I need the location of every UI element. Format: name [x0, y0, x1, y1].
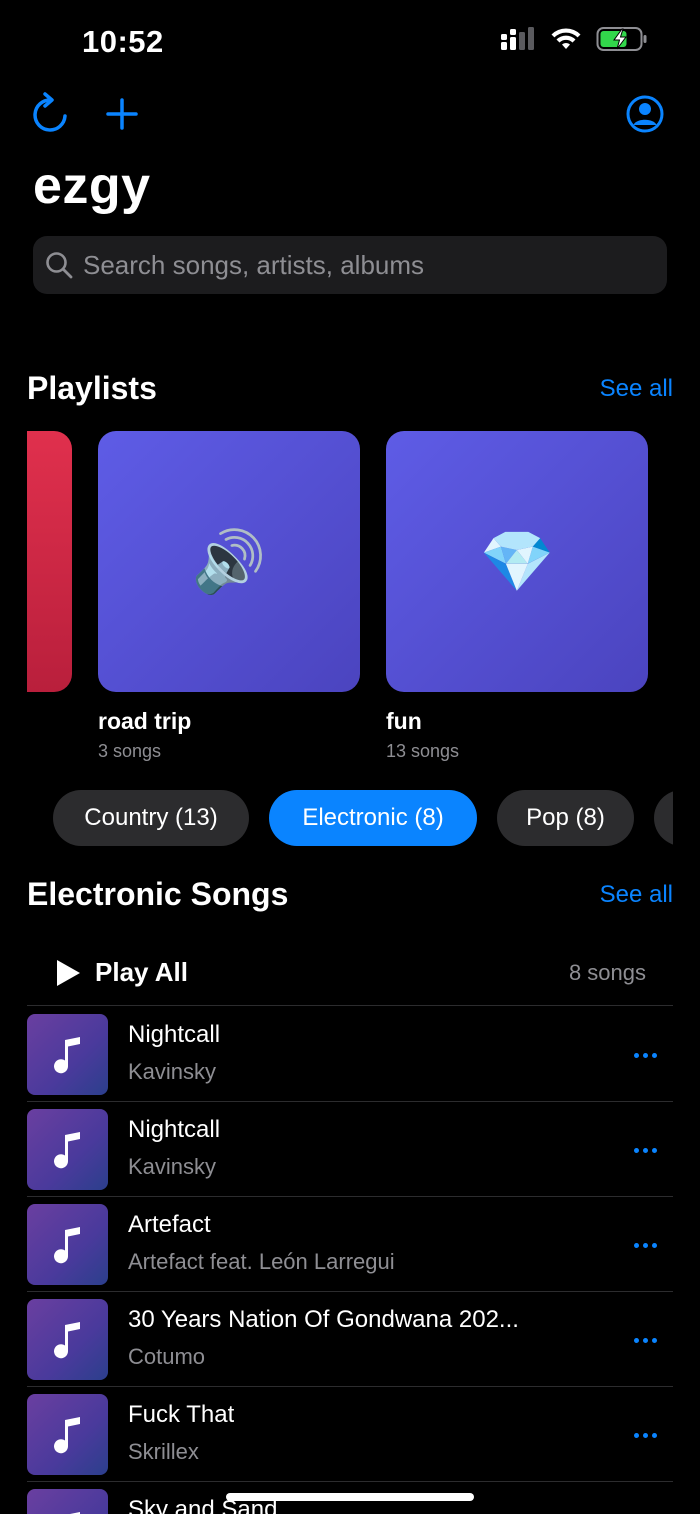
playlist-song-count: 13 songs	[386, 741, 460, 761]
songs-header: Electronic Songs See all	[27, 876, 673, 913]
music-note-icon	[53, 1036, 80, 1073]
play-all-row: Play All 8 songs	[27, 940, 673, 1006]
playlist-artwork: 💎	[386, 431, 648, 692]
search-bar[interactable]	[33, 236, 667, 294]
song-artist: Skrillex	[128, 1439, 199, 1464]
playlist-name: road trip	[98, 708, 192, 734]
genre-chip-country[interactable]: Country (13)	[53, 790, 249, 846]
more-options-button[interactable]	[625, 1227, 665, 1263]
song-artist: Artefact feat. León Larregui	[128, 1249, 395, 1274]
song-row[interactable]: Nightcall Kavinsky	[27, 1102, 673, 1197]
status-time: 10:52	[82, 24, 164, 59]
genre-chip-pop[interactable]: Pop (8)	[497, 790, 634, 846]
playlist-card[interactable]: 💎 fun 13 songs	[386, 431, 648, 762]
refresh-icon	[33, 92, 67, 132]
plus-icon	[106, 98, 138, 130]
song-row[interactable]: Artefact Artefact feat. León Larregui	[27, 1197, 673, 1292]
top-toolbar	[0, 88, 700, 144]
more-options-button[interactable]	[625, 1417, 665, 1453]
song-artwork	[27, 1394, 108, 1475]
home-indicator[interactable]	[226, 1493, 474, 1501]
search-input[interactable]	[83, 249, 643, 281]
genre-chip-partial[interactable]	[654, 790, 673, 846]
song-title: Nightcall	[128, 1116, 221, 1143]
play-all-label: Play All	[95, 957, 188, 987]
playlists-title: Playlists	[27, 370, 157, 406]
cellular-signal-icon	[501, 27, 534, 50]
wifi-icon	[551, 28, 581, 49]
music-note-icon	[67, 1511, 80, 1514]
speaker-icon: 🔊	[191, 528, 267, 595]
song-artwork	[27, 1014, 108, 1095]
music-note-icon	[53, 1416, 80, 1453]
play-all-button[interactable]: Play All	[55, 957, 188, 988]
genre-chip-electronic[interactable]: Electronic (8)	[269, 790, 477, 846]
genre-filter-chips: Country (13) Electronic (8) Pop (8)	[27, 790, 673, 848]
more-options-button[interactable]	[625, 1037, 665, 1073]
playlists-header: Playlists See all	[27, 370, 673, 407]
play-icon	[57, 959, 80, 986]
song-row[interactable]: 30 Years Nation Of Gondwana 202... Cotum…	[27, 1292, 673, 1387]
songs-count: 8 songs	[568, 959, 646, 985]
songs-see-all-link[interactable]: See all	[600, 881, 673, 909]
profile-button[interactable]	[621, 88, 669, 140]
more-options-button[interactable]	[625, 1132, 665, 1168]
refresh-button[interactable]	[27, 88, 75, 140]
add-button[interactable]	[98, 88, 146, 140]
song-title: Artefact	[128, 1211, 211, 1238]
song-title: Fuck That	[128, 1401, 235, 1428]
song-artist: Kavinsky	[128, 1154, 217, 1179]
playlist-card-partial[interactable]	[27, 431, 72, 692]
song-artwork	[27, 1204, 108, 1285]
playlist-card[interactable]: 🔊 road trip 3 songs	[98, 431, 360, 762]
song-artwork	[27, 1299, 108, 1380]
page-title: ezgy	[33, 157, 151, 215]
battery-charging-icon	[596, 27, 647, 51]
status-icons	[500, 26, 648, 52]
song-artwork	[27, 1109, 108, 1190]
search-icon	[46, 252, 73, 279]
status-bar: 10:52	[0, 0, 700, 80]
music-note-icon	[53, 1226, 80, 1263]
songs-section-title: Electronic Songs	[27, 876, 289, 912]
music-note-icon	[53, 1131, 80, 1168]
playlists-carousel[interactable]: 🔊 road trip 3 songs 💎 fun 13 songs	[27, 431, 700, 771]
song-artwork	[27, 1489, 108, 1514]
playlist-song-count: 3 songs	[98, 741, 162, 761]
playlist-artwork: 🔊	[98, 431, 360, 692]
song-list: Nightcall Kavinsky Nightcall Kavinsky Ar…	[27, 1007, 673, 1514]
song-row[interactable]: Fuck That Skrillex	[27, 1387, 673, 1482]
playlist-name: fun	[386, 708, 422, 734]
song-artist: Kavinsky	[128, 1059, 217, 1084]
gem-icon: 💎	[479, 528, 555, 595]
song-row[interactable]: Nightcall Kavinsky	[27, 1007, 673, 1102]
playlists-see-all-link[interactable]: See all	[600, 375, 673, 403]
person-circle-icon	[626, 95, 664, 133]
song-title: Nightcall	[128, 1021, 221, 1048]
song-artist: Cotumo	[128, 1344, 206, 1369]
song-title: 30 Years Nation Of Gondwana 202...	[128, 1306, 519, 1333]
music-note-icon	[53, 1321, 80, 1358]
more-options-button[interactable]	[625, 1322, 665, 1358]
